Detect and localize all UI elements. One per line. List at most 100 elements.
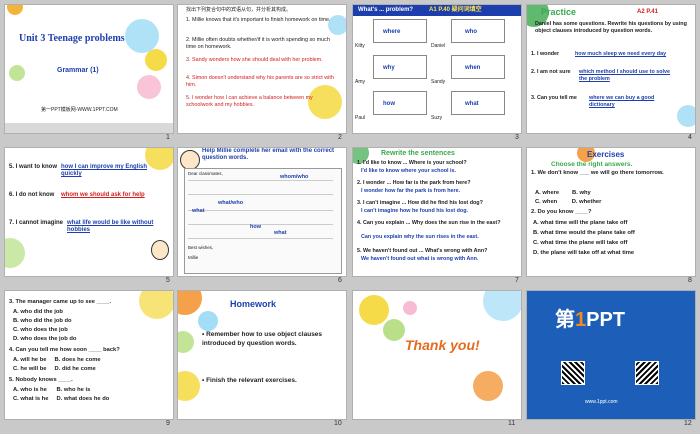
slide-8[interactable]: Exercises Choose the right answers. 1. W… — [527, 148, 695, 276]
email-box — [184, 168, 342, 274]
answer-word: when — [465, 65, 481, 71]
slide-number: 2 — [338, 134, 342, 141]
slide-4[interactable]: Practice A2 P.41 Daniel has some questio… — [527, 5, 695, 133]
slide-3[interactable]: What's ... problem? A1 P.40 疑问词填空 Kitty … — [353, 5, 521, 133]
email-greeting: Dear classmates, — [188, 171, 223, 176]
slide-title: Unit 3 Teenage problems — [19, 33, 125, 44]
slide-title: Practice — [541, 7, 577, 17]
speaker-name: Amy — [355, 79, 365, 85]
deco-circle — [403, 301, 417, 315]
deco-circle — [198, 311, 218, 331]
answer-1: how much sleep we need every day — [575, 51, 667, 57]
slide-6[interactable]: Help Millie complete her email with the … — [178, 148, 346, 276]
speaker-name: Suzy — [431, 115, 443, 121]
question-6: 6. I do not know — [9, 192, 55, 198]
slide-number: 10 — [334, 420, 342, 427]
slide-number: 6 — [338, 277, 342, 284]
answer-7: what life would be like without hobbies — [67, 220, 154, 233]
question-4: 4. Can you explain ... Why does the sun … — [357, 220, 501, 226]
slide-number: 1 — [166, 134, 170, 141]
question-5: 5. We haven't found out ... What's wrong… — [357, 248, 488, 254]
sentence-2: 2. Millie often doubts whether/if it is … — [186, 37, 330, 50]
homework-item: • Remember how to use object clauses int… — [202, 331, 323, 347]
answer-4: Can you explain why the sun rises in the… — [361, 234, 479, 240]
deco-circle — [677, 105, 695, 127]
slide-10[interactable]: Homework • Remember how to use object cl… — [178, 291, 346, 419]
answer-5: We haven't found out what is wrong with … — [361, 256, 479, 262]
slide-title: Homework — [230, 299, 277, 309]
answer-word: who — [465, 29, 477, 35]
slide-2[interactable]: 找出下列复合句中的宾语从句，并分析其构成。 1. Millie knows th… — [178, 5, 346, 133]
email-line — [188, 238, 333, 239]
speech-box — [373, 91, 427, 115]
exercise-line: C. when D. whether — [535, 199, 602, 205]
deco-circle — [483, 291, 521, 321]
sentence-1: 1. Millie knows that it's important to f… — [186, 17, 331, 23]
answer-6: whom we should ask for help — [61, 192, 145, 198]
slide-7[interactable]: Rewrite the sentences 1. I'd like to kno… — [353, 148, 521, 276]
slide-11[interactable]: Thank you! — [353, 291, 521, 419]
qr-code — [635, 361, 659, 385]
deco-circle — [473, 371, 503, 401]
exercise-line: 3. The manager came up to see ____. — [9, 299, 112, 305]
exercise-line: C. who does the job — [13, 327, 68, 333]
speaker-name: Sandy — [431, 79, 446, 85]
cartoon-face — [151, 240, 169, 260]
answer-1: I'd like to know where your school is. — [361, 168, 457, 174]
deco-circle — [178, 291, 202, 315]
speech-box — [373, 55, 427, 79]
slide-footer: 第一PPT模板网-WWW.1PPT.COM — [41, 107, 118, 113]
speech-box — [451, 19, 505, 43]
exercise-line: A. what time will the plane take off — [533, 220, 628, 226]
answer-word: why — [383, 65, 395, 71]
deco-circle — [180, 150, 200, 170]
slide-title: Rewrite the sentences — [381, 150, 455, 157]
logo-part-c: PPT — [586, 309, 626, 331]
exercise-line: 1. We don't know ___ we will go there to… — [531, 170, 664, 176]
slide-9[interactable]: 3. The manager came up to see ____. A. w… — [5, 291, 173, 419]
slide-number: 11 — [508, 420, 516, 427]
answer-3: where we can buy a good dictionary — [589, 95, 655, 108]
question-2: 2. I am not sure — [531, 69, 571, 75]
deco-circle — [7, 5, 23, 15]
question-3: 3. I can't imagine ... How did he find h… — [357, 200, 483, 206]
thank-you-title: Thank you! — [405, 337, 480, 353]
footer-bar — [5, 123, 173, 133]
answer-word: how — [383, 101, 395, 107]
question-2: 2. I wonder ... How far is the park from… — [357, 180, 471, 186]
logo-part-b: 1 — [575, 309, 587, 331]
answer-2: which method I should use to solve the p… — [579, 69, 671, 82]
answer-word: what — [192, 208, 205, 214]
speaker-name: Paul — [355, 115, 366, 121]
slide-number: 4 — [688, 134, 692, 141]
exercise-line: D. who does the job do — [13, 336, 77, 342]
deco-circle — [9, 65, 25, 81]
deco-circle — [5, 238, 25, 268]
exercise-line: C. he will be D. did he come — [13, 366, 96, 372]
speaker-name: Kitty — [355, 43, 365, 49]
slide-12[interactable]: 第1PPT www.1ppt.com — [527, 291, 695, 419]
email-line — [188, 180, 333, 181]
slide-number: 5 — [166, 277, 170, 284]
exercise-line: B. what time would the plane take off — [533, 230, 635, 236]
slide-number: 7 — [515, 277, 519, 284]
slide-5[interactable]: 5. I want to know how I can improve my E… — [5, 148, 173, 276]
email-signature: Millie — [188, 255, 199, 260]
email-line — [188, 210, 333, 211]
answer-word: where — [383, 29, 401, 35]
exercise-line: C. what is he D. what does he do — [13, 396, 110, 402]
exercise-line: 2. Do you know ____? — [531, 209, 592, 215]
page-ref: A1 P.40 疑问词填空 — [429, 7, 482, 13]
slide-1[interactable]: Unit 3 Teenage problems Grammar (1) 第一PP… — [5, 5, 173, 133]
slide-subtitle: Grammar (1) — [57, 67, 99, 74]
sentence-3: 3. Sandy wonders how she should deal wit… — [186, 57, 323, 63]
exercise-line: D. the plane will take off at what time — [533, 250, 635, 256]
page-ref: A2 P.41 — [637, 9, 658, 15]
slide-number: 9 — [166, 420, 170, 427]
exercise-line: A. where B. why — [535, 190, 591, 196]
sentence-4: 4. Simon doesn't understand why his pare… — [186, 75, 334, 88]
slide-subtitle: Choose the right answers. — [551, 161, 633, 168]
answer-word: what — [274, 230, 287, 236]
answer-5: how I can improve my English quickly — [61, 164, 148, 177]
instruction: 找出下列复合句中的宾语从句，并分析其构成。 — [186, 7, 292, 13]
